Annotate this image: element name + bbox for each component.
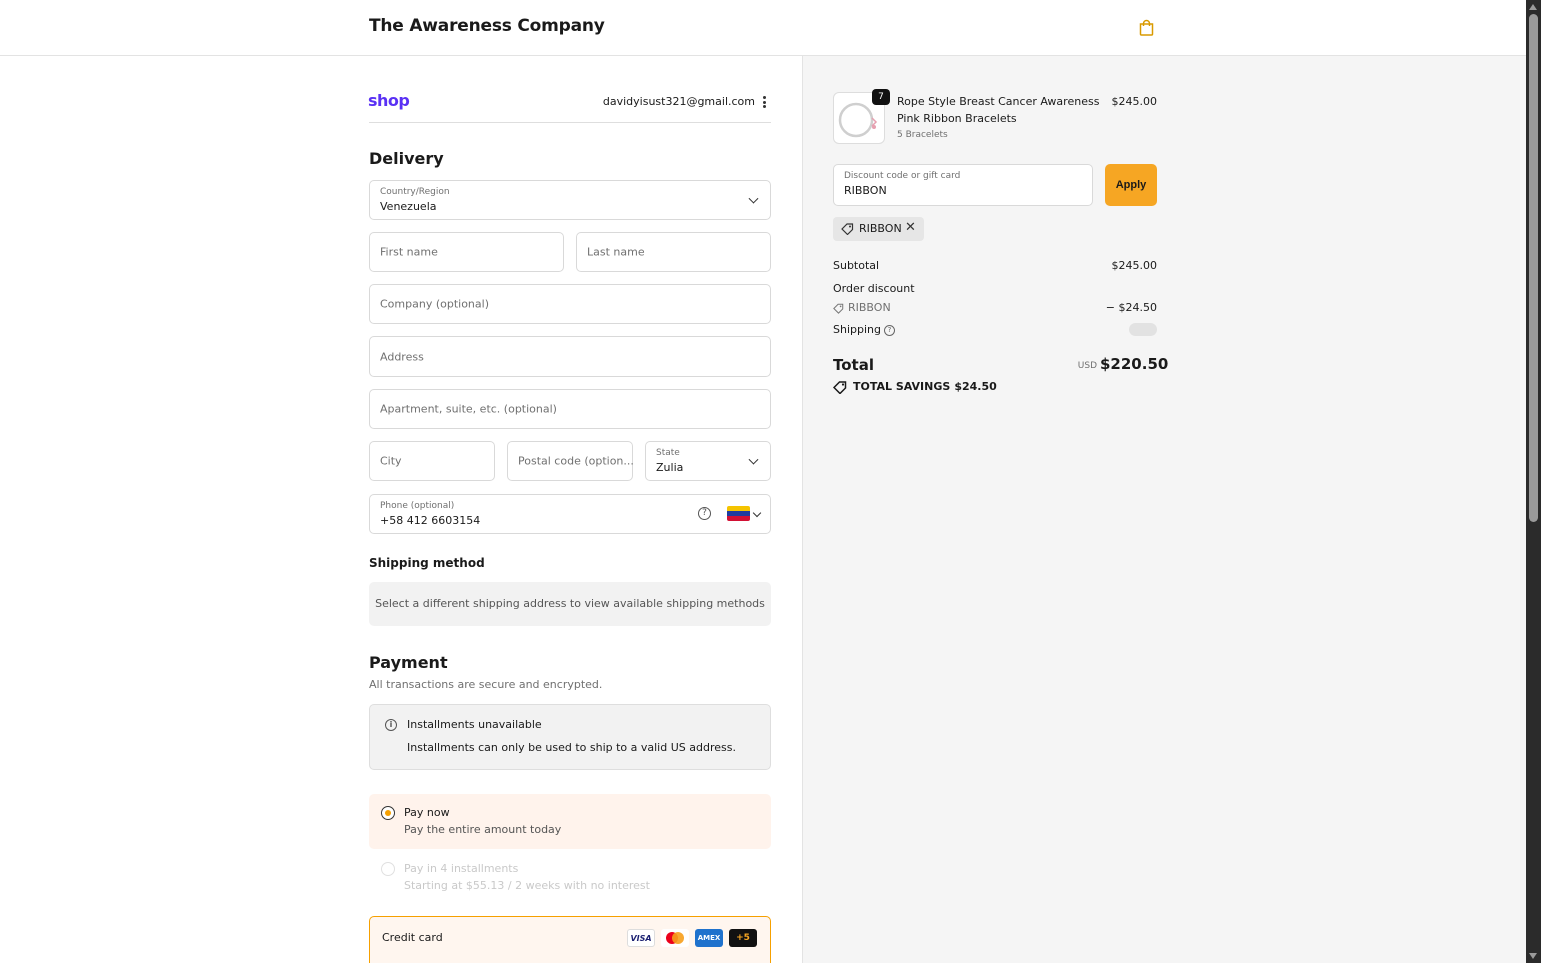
- savings-value: $24.50: [954, 380, 997, 393]
- pay-now-title: Pay now: [404, 806, 450, 819]
- shipping-label-text: Shipping: [833, 323, 881, 336]
- postal-code-field[interactable]: Postal code (option...: [507, 441, 634, 481]
- total-value: $220.50: [1100, 355, 1169, 373]
- chevron-down-icon: [748, 454, 759, 465]
- product-price: $245.00: [1111, 95, 1158, 108]
- mastercard-icon: [661, 929, 689, 947]
- pay-now-option[interactable]: [369, 794, 771, 849]
- company-placeholder: Company (optional): [380, 297, 489, 311]
- city-field[interactable]: City: [369, 441, 495, 481]
- first-name-placeholder: First name: [380, 245, 438, 259]
- payment-subtitle: All transactions are secure and encrypte…: [369, 678, 603, 691]
- quantity-badge: 7: [872, 89, 890, 105]
- country-value: Venezuela: [380, 200, 437, 213]
- store-name[interactable]: The Awareness Company: [369, 16, 605, 36]
- phone-value: +58 412 6603154: [380, 514, 481, 527]
- scrollbar[interactable]: [1526, 0, 1541, 963]
- scroll-thumb[interactable]: [1529, 14, 1538, 522]
- header: The Awareness Company: [0, 0, 1526, 56]
- postal-code-placeholder: Postal code (option...: [518, 454, 634, 468]
- state-value: Zulia: [656, 461, 684, 474]
- country-select[interactable]: Country/Region Venezuela: [369, 180, 771, 220]
- help-icon[interactable]: ?: [884, 324, 895, 336]
- country-label: Country/Region: [380, 187, 450, 197]
- delivery-title: Delivery: [369, 149, 444, 168]
- city-placeholder: City: [380, 454, 402, 468]
- shop-logo: shop: [368, 91, 410, 110]
- discount-code-line: RIBBON: [848, 301, 891, 314]
- info-icon: i: [385, 719, 397, 731]
- product-name: Rope Style Breast Cancer Awareness Pink …: [897, 95, 1100, 125]
- account-email: davidyisust321@gmail.com: [602, 95, 755, 108]
- tag-icon: [841, 223, 854, 235]
- state-select[interactable]: State Zulia: [645, 441, 771, 481]
- shipping-method-title: Shipping method: [369, 556, 485, 570]
- subtotal-label: Subtotal: [833, 259, 880, 272]
- discount-code-value: RIBBON: [844, 184, 887, 197]
- last-name-field[interactable]: Last name: [576, 232, 771, 272]
- state-label: State: [656, 448, 680, 458]
- venezuela-flag-icon[interactable]: [727, 506, 750, 521]
- last-name-placeholder: Last name: [587, 245, 645, 259]
- address-placeholder: Address: [380, 350, 424, 363]
- address-field[interactable]: Address: [369, 336, 771, 377]
- chevron-down-icon: [748, 193, 759, 204]
- pay-installments-description: Starting at $55.13 / 2 weeks with no int…: [404, 879, 650, 892]
- discount-code-label: Discount code or gift card: [844, 171, 961, 181]
- credit-card-option[interactable]: Credit card VISA AMEX +5: [369, 916, 771, 963]
- shipping-label: Shipping?: [833, 323, 895, 336]
- amex-icon: AMEX: [695, 929, 723, 947]
- total-savings: TOTAL SAVINGS $24.50: [853, 380, 997, 393]
- shopping-bag-icon[interactable]: [1138, 19, 1155, 36]
- shipping-placeholder: [1129, 323, 1157, 336]
- savings-label: TOTAL SAVINGS: [853, 380, 951, 393]
- total-label: Total: [833, 356, 874, 374]
- discount-code-field[interactable]: Discount code or gift card RIBBON: [833, 164, 1093, 206]
- savings-tag-icon: [833, 381, 847, 394]
- remove-discount-icon[interactable]: ✕: [905, 220, 916, 235]
- pay-now-description: Pay the entire amount today: [404, 823, 562, 836]
- credit-card-label: Credit card: [382, 931, 443, 944]
- applied-discount-chip: RIBBON ✕: [833, 217, 924, 241]
- divider: [369, 122, 771, 123]
- pay-installments-radio: [381, 862, 395, 876]
- apartment-field[interactable]: Apartment, suite, etc. (optional): [369, 389, 771, 429]
- discount-amount: − $24.50: [1105, 301, 1157, 314]
- apply-button[interactable]: Apply: [1105, 164, 1157, 206]
- scroll-down-arrow-icon[interactable]: [1529, 953, 1537, 959]
- installments-title: Installments unavailable: [407, 718, 542, 731]
- scroll-up-arrow-icon[interactable]: [1529, 4, 1537, 10]
- pay-installments-title: Pay in 4 installments: [404, 862, 519, 875]
- pay-now-radio[interactable]: [381, 806, 395, 820]
- company-field[interactable]: Company (optional): [369, 284, 771, 324]
- shipping-method-message: Select a different shipping address to v…: [369, 582, 771, 626]
- product-variant: 5 Bracelets: [897, 130, 948, 140]
- tag-icon: [833, 303, 844, 314]
- currency-code: USD: [1077, 361, 1097, 371]
- installments-notice: i Installments unavailable Installments …: [369, 704, 771, 770]
- help-icon[interactable]: ?: [698, 507, 711, 520]
- subtotal-value: $245.00: [1111, 259, 1158, 272]
- more-cards-badge: +5: [729, 929, 757, 947]
- apartment-placeholder: Apartment, suite, etc. (optional): [380, 402, 557, 416]
- installments-description: Installments can only be used to ship to…: [407, 741, 736, 754]
- more-options-icon[interactable]: [763, 96, 767, 108]
- phone-label: Phone (optional): [380, 501, 455, 511]
- applied-discount-code: RIBBON: [859, 222, 902, 235]
- visa-icon: VISA: [627, 929, 655, 947]
- order-discount-label: Order discount: [833, 282, 915, 295]
- first-name-field[interactable]: First name: [369, 232, 564, 272]
- payment-title: Payment: [369, 653, 448, 672]
